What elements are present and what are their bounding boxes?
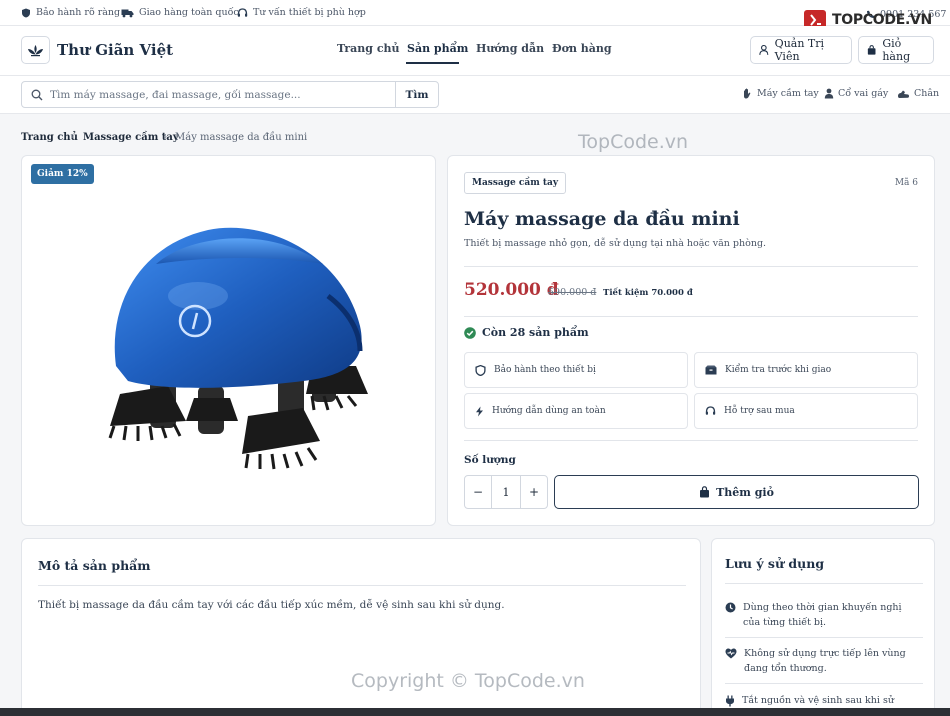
stock-status: Còn 28 sản phẩm bbox=[464, 326, 589, 339]
bag-icon bbox=[700, 486, 710, 498]
quantity-increase-button[interactable]: + bbox=[521, 476, 547, 508]
bag-icon bbox=[867, 45, 876, 55]
product-image bbox=[108, 227, 368, 470]
shipping-text: Giao hàng toàn quốc bbox=[139, 7, 239, 18]
shield-icon bbox=[475, 364, 486, 376]
search-input[interactable] bbox=[50, 82, 390, 107]
description-title: Mô tả sản phẩm bbox=[38, 558, 151, 573]
chevron-right-icon: › bbox=[163, 130, 168, 143]
chevron-right-icon: › bbox=[70, 130, 75, 143]
category-handheld-label: Máy cầm tay bbox=[757, 88, 819, 99]
quantity-label: Số lượng bbox=[464, 454, 516, 466]
headset-icon bbox=[237, 7, 248, 17]
price: 520.000 đ bbox=[464, 280, 559, 300]
divider bbox=[725, 637, 923, 638]
description-text: Thiết bị massage da đầu cầm tay với các … bbox=[38, 599, 505, 611]
nav-active-underline bbox=[406, 62, 459, 64]
shield-icon bbox=[22, 8, 30, 17]
divider bbox=[38, 585, 686, 586]
cart-button[interactable]: Giỏ hàng bbox=[858, 36, 934, 64]
brand-name[interactable]: Thư Giãn Việt bbox=[57, 41, 173, 59]
category-neck-shoulder[interactable]: Cổ vai gáy bbox=[824, 88, 888, 99]
divider bbox=[464, 266, 918, 267]
category-handheld[interactable]: Máy cầm tay bbox=[742, 88, 819, 99]
feature-inspect-text: Kiểm tra trước khi giao bbox=[725, 365, 832, 375]
usage-note: Dùng theo thời gian khuyến nghị của từng… bbox=[725, 600, 920, 630]
usage-note: Không sử dụng trực tiếp lên vùng đang tổ… bbox=[725, 646, 920, 676]
category-tag[interactable]: Massage cầm tay bbox=[464, 172, 567, 194]
feature-safe-use-text: Hướng dẫn dùng an toàn bbox=[492, 406, 606, 416]
quantity-stepper: − 1 + bbox=[464, 475, 548, 509]
feature-support-text: Hỗ trợ sau mua bbox=[724, 406, 795, 416]
watermark-center: TopCode.vn bbox=[578, 131, 689, 153]
category-feet[interactable]: Chân bbox=[897, 88, 939, 99]
nav-guide[interactable]: Hướng dẫn bbox=[476, 42, 544, 55]
advice-info: Tư vấn thiết bị phù hợp bbox=[237, 7, 366, 18]
search-button[interactable]: Tìm bbox=[395, 82, 438, 107]
main-header: Thư Giãn Việt Trang chủ Sản phẩm Hướng d… bbox=[0, 26, 950, 76]
usage-note-text: Dùng theo thời gian khuyến nghị của từng… bbox=[743, 602, 902, 628]
product-title: Máy massage da đầu mini bbox=[464, 208, 740, 230]
category-feet-label: Chân bbox=[914, 88, 940, 99]
breadcrumb-current: Máy massage da đầu mini bbox=[175, 132, 308, 143]
usage-notes-card: Lưu ý sử dụng Dùng theo thời gian khuyến… bbox=[711, 538, 935, 716]
stock-text: Còn 28 sản phẩm bbox=[482, 326, 589, 339]
feature-safe-use: Hướng dẫn dùng an toàn bbox=[464, 393, 688, 429]
heart-pulse-icon bbox=[725, 648, 737, 659]
foot-icon bbox=[898, 90, 910, 98]
nav-orders[interactable]: Đơn hàng bbox=[552, 42, 612, 55]
admin-button[interactable]: Quản Trị Viên bbox=[750, 36, 852, 64]
user-icon bbox=[759, 44, 769, 55]
truck-icon bbox=[121, 9, 134, 17]
divider bbox=[464, 440, 918, 441]
taskbar-strip bbox=[0, 708, 950, 716]
logo[interactable] bbox=[21, 36, 50, 64]
search-icon bbox=[31, 89, 43, 101]
person-icon bbox=[824, 88, 834, 99]
usage-note-text: Không sử dụng trực tiếp lên vùng đang tổ… bbox=[744, 648, 906, 674]
discount-badge: Giảm 12% bbox=[31, 164, 94, 184]
divider bbox=[464, 316, 918, 317]
plug-icon bbox=[726, 695, 734, 707]
nav-home[interactable]: Trang chủ bbox=[337, 42, 400, 55]
admin-label: Quản Trị Viên bbox=[774, 37, 825, 63]
feature-inspect: Kiểm tra trước khi giao bbox=[694, 352, 918, 388]
divider bbox=[725, 683, 923, 684]
quantity-decrease-button[interactable]: − bbox=[465, 476, 491, 508]
add-to-cart-label: Thêm giỏ bbox=[716, 485, 774, 499]
warranty-text: Bảo hành rõ ràng bbox=[36, 7, 121, 18]
usage-title: Lưu ý sử dụng bbox=[725, 556, 825, 571]
cart-label: Giỏ hàng bbox=[882, 37, 911, 63]
headset-icon bbox=[705, 406, 716, 415]
nav-products[interactable]: Sản phẩm bbox=[407, 42, 468, 55]
warranty-info: Bảo hành rõ ràng bbox=[21, 7, 120, 18]
old-price: 590.000 đ bbox=[548, 287, 597, 298]
hand-icon bbox=[744, 88, 751, 99]
add-to-cart-button[interactable]: Thêm giỏ bbox=[554, 475, 919, 509]
check-circle-icon bbox=[464, 326, 476, 339]
product-image-card: Giảm 12% bbox=[21, 155, 436, 526]
clock-icon bbox=[725, 602, 736, 613]
advice-text: Tư vấn thiết bị phù hợp bbox=[253, 7, 366, 18]
product-code: Mã 6 bbox=[894, 178, 918, 188]
product-short-desc: Thiết bị massage nhỏ gọn, dễ sử dụng tại… bbox=[464, 238, 767, 249]
divider bbox=[725, 583, 923, 584]
shipping-info: Giao hàng toàn quốc bbox=[121, 7, 239, 18]
quantity-input[interactable]: 1 bbox=[491, 476, 521, 508]
bolt-icon bbox=[476, 406, 483, 416]
search-box: Tìm bbox=[21, 81, 439, 108]
feature-warranty-text: Bảo hành theo thiết bị bbox=[494, 365, 596, 375]
box-icon bbox=[705, 365, 717, 375]
watermark-bottom: Copyright © TopCode.vn bbox=[351, 670, 585, 692]
feature-support: Hỗ trợ sau mua bbox=[694, 393, 918, 429]
product-info-card: Massage cầm tay Mã 6 Máy massage da đầu … bbox=[447, 155, 935, 526]
search-row: Tìm Máy cầm tay Cổ vai gáy Chân bbox=[0, 76, 950, 114]
category-neck-shoulder-label: Cổ vai gáy bbox=[838, 88, 889, 99]
saving-label: Tiết kiệm 70.000 đ bbox=[603, 288, 693, 298]
feature-warranty: Bảo hành theo thiết bị bbox=[464, 352, 688, 388]
lotus-icon bbox=[28, 44, 43, 56]
